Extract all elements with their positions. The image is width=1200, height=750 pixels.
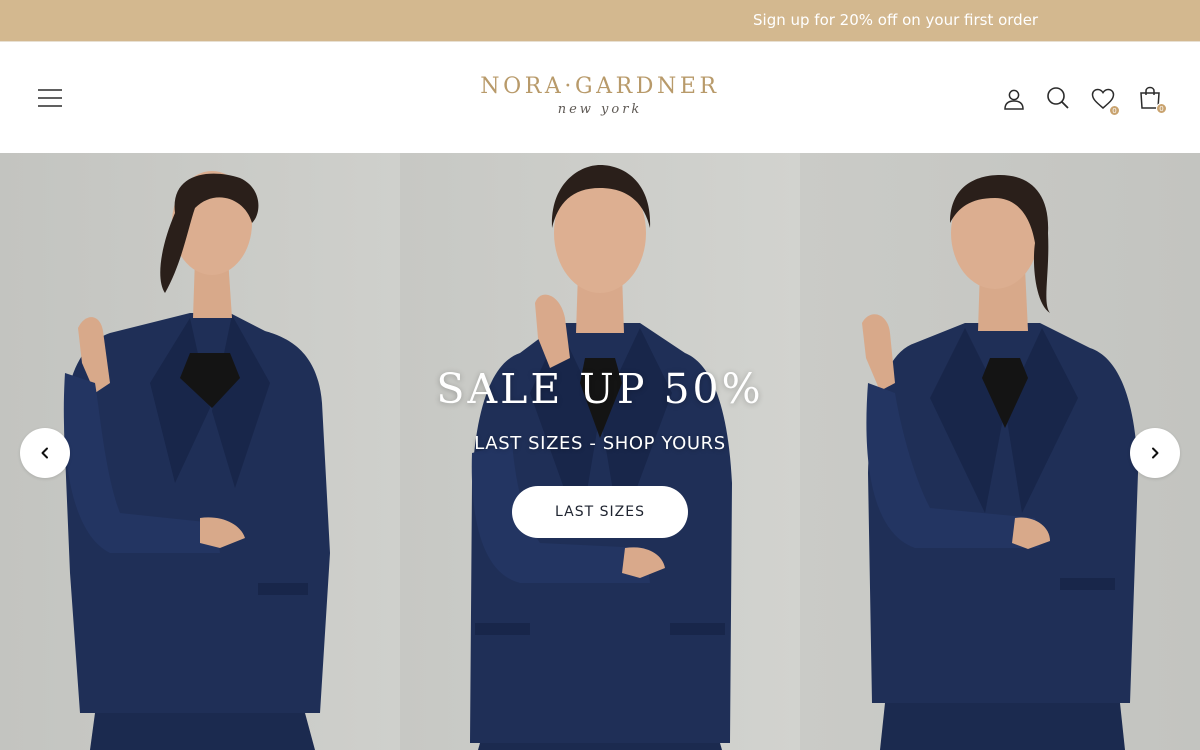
hero-carousel: SALE UP 50% LAST SIZES - SHOP YOURS LAST… (0, 153, 1200, 750)
cart-count-badge: 0 (1156, 103, 1167, 114)
logo-wordmark: NORA·GARDNER (480, 74, 720, 99)
hamburger-menu-icon (38, 89, 62, 107)
chevron-left-icon (41, 447, 48, 459)
logo-tagline: new york (557, 102, 643, 117)
hero-subtitle: LAST SIZES - SHOP YOURS (474, 433, 726, 454)
wishlist-button[interactable]: 0 (1091, 88, 1120, 116)
account-button[interactable] (1002, 87, 1028, 113)
announcement-bar: Sign up for 20% off on your first order (0, 0, 1200, 41)
menu-button[interactable] (38, 88, 62, 108)
last-sizes-button[interactable]: LAST SIZES (512, 486, 688, 538)
carousel-next-button[interactable] (1130, 428, 1180, 478)
user-icon (1004, 89, 1024, 110)
site-header: NORA·GARDNER new york 0 0 (0, 41, 1200, 153)
wishlist-count-badge: 0 (1109, 105, 1120, 116)
brand-logo[interactable]: NORA·GARDNER new york (450, 74, 750, 124)
cart-button[interactable]: 0 (1138, 86, 1167, 114)
announcement-text[interactable]: Sign up for 20% off on your first order (753, 11, 1038, 29)
search-icon (1047, 87, 1069, 109)
search-button[interactable] (1046, 86, 1072, 112)
chevron-right-icon (1152, 447, 1159, 459)
hero-title: SALE UP 50% (436, 365, 764, 413)
carousel-prev-button[interactable] (20, 428, 70, 478)
